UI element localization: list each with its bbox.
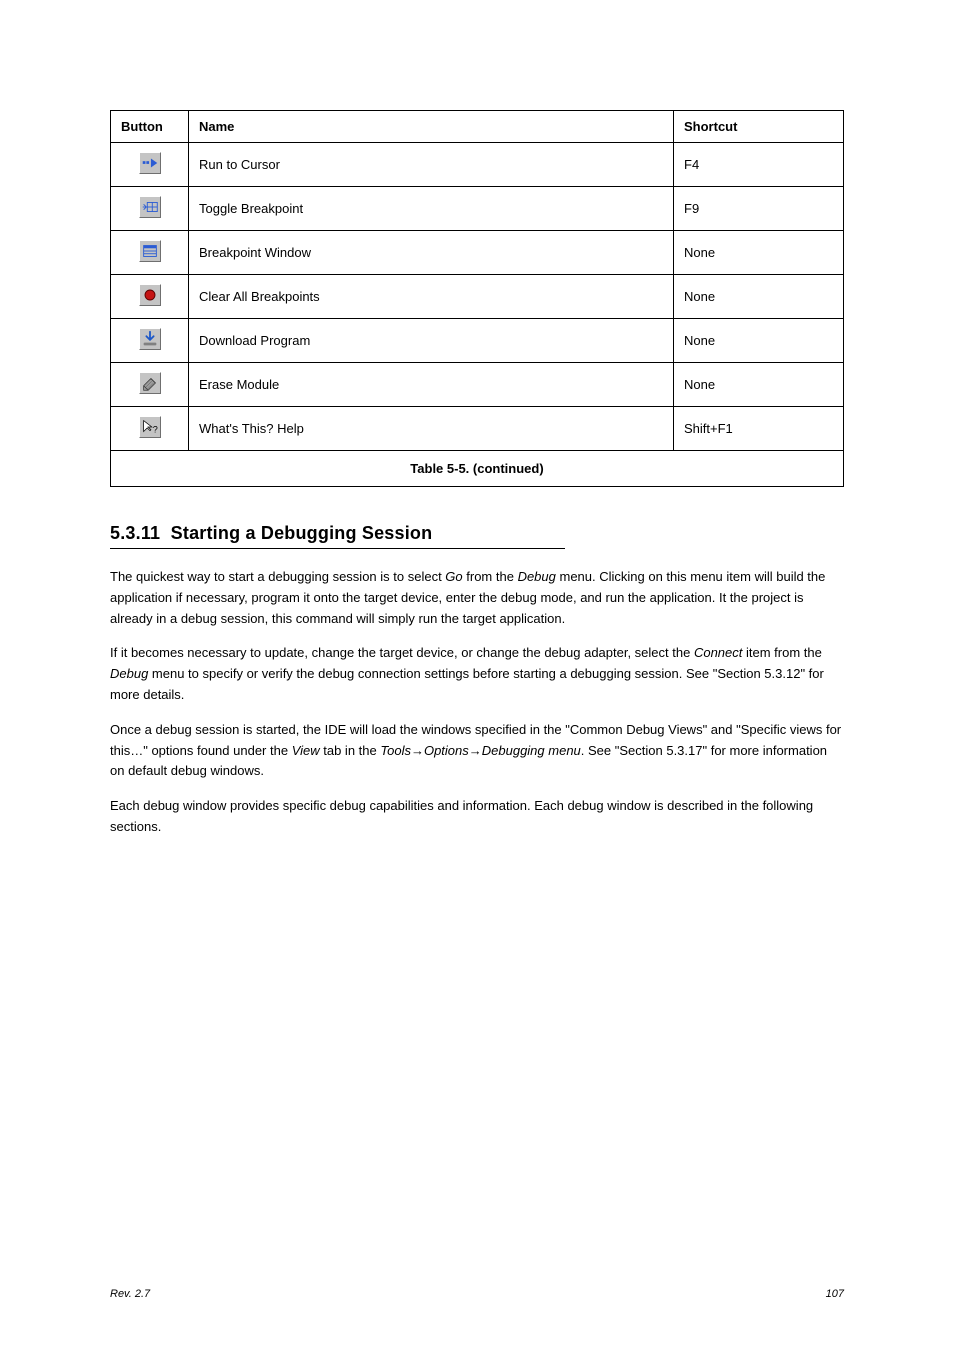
cell-name: Breakpoint Window [189,231,674,275]
table-caption-row: Table 5-5. (continued) [111,451,844,487]
section-number: 5.3.11 [110,523,160,543]
cell-name: Toggle Breakpoint [189,187,674,231]
cell-name: Download Program [189,319,674,363]
table-row: Erase Module None [111,363,844,407]
em-tools-path: Tools→Options→Debugging menu [380,743,580,758]
header-name: Name [189,111,674,143]
section-title: Starting a Debugging Session [171,523,433,543]
cell-name: Run to Cursor [189,143,674,187]
breakpoint-window-icon [139,240,161,262]
cell-name: What's This? Help [189,407,674,451]
em-connect: Connect [694,645,742,660]
table-row: ? What's This? Help Shift+F1 [111,407,844,451]
erase-module-icon [139,372,161,394]
cell-shortcut: None [674,275,844,319]
paragraph: Once a debug session is started, the IDE… [110,720,844,782]
section-heading: 5.3.11 Starting a Debugging Session [110,523,565,549]
cell-name: Clear All Breakpoints [189,275,674,319]
cell-shortcut: F9 [674,187,844,231]
whats-this-icon: ? [139,416,161,438]
table-row: Toggle Breakpoint F9 [111,187,844,231]
cell-shortcut: None [674,363,844,407]
header-button: Button [111,111,189,143]
cell-shortcut: None [674,231,844,275]
clear-breakpoints-icon [139,284,161,306]
em-view: View [292,743,320,758]
paragraph: If it becomes necessary to update, chang… [110,643,844,705]
svg-text:?: ? [152,424,157,434]
download-program-icon [139,328,161,350]
cell-shortcut: Shift+F1 [674,407,844,451]
paragraph: The quickest way to start a debugging se… [110,567,844,629]
run-to-cursor-icon [139,152,161,174]
table-row: Run to Cursor F4 [111,143,844,187]
cell-shortcut: F4 [674,143,844,187]
page-footer: Rev. 2.7 107 [110,1288,844,1300]
table-header-row: Button Name Shortcut [111,111,844,143]
table-row: Breakpoint Window None [111,231,844,275]
footer-left: Rev. 2.7 [110,1288,150,1300]
em-go: Go [445,569,462,584]
em-debug: Debug [518,569,556,584]
table-caption: Table 5-5. (continued) [111,451,844,487]
em-debug: Debug [110,666,148,681]
section-body: The quickest way to start a debugging se… [110,567,844,838]
paragraph: Each debug window provides specific debu… [110,796,844,838]
header-shortcut: Shortcut [674,111,844,143]
table-row: Clear All Breakpoints None [111,275,844,319]
footer-right: 107 [826,1288,844,1300]
cell-shortcut: None [674,319,844,363]
table-row: Download Program None [111,319,844,363]
toggle-breakpoint-icon [139,196,161,218]
toolbar-reference-table: Button Name Shortcut Run to Cursor F4 [110,110,844,487]
cell-name: Erase Module [189,363,674,407]
